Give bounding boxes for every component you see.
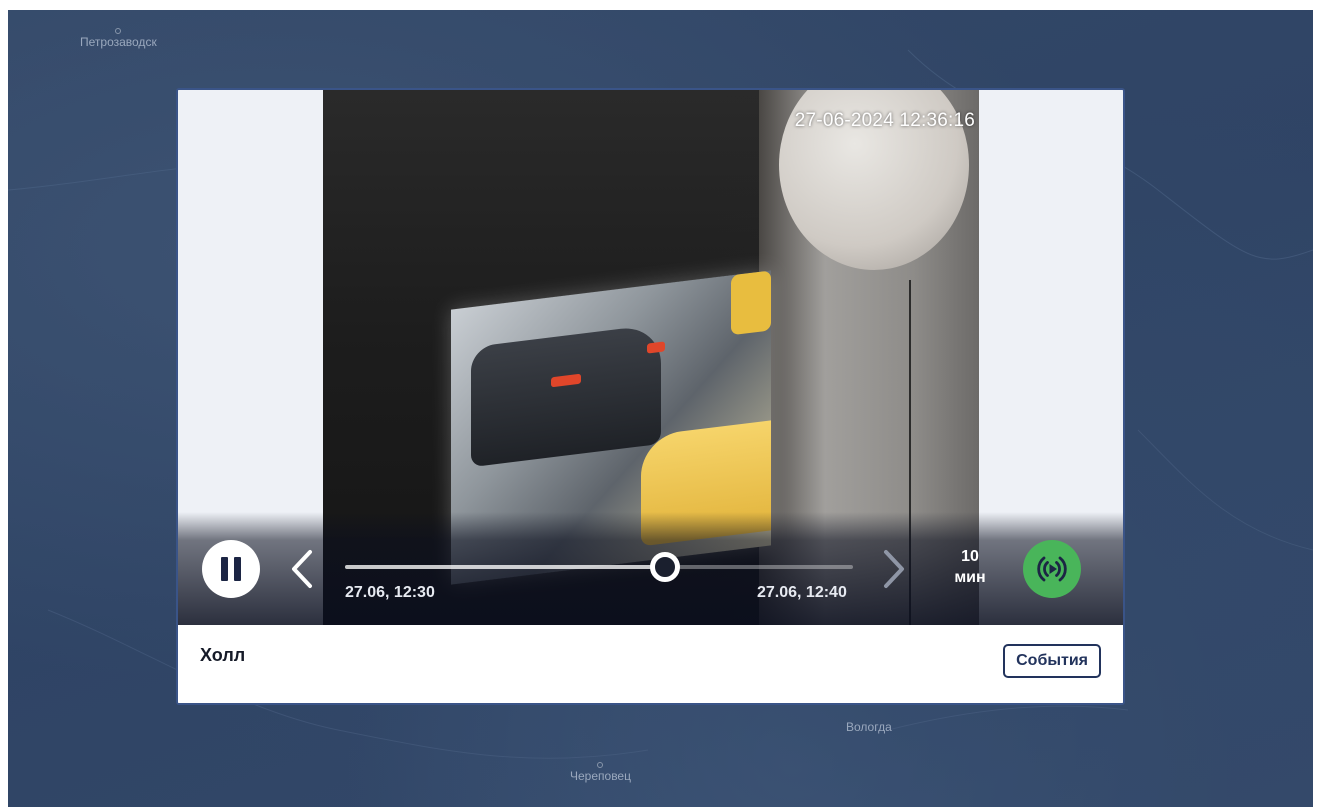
timeline-progress — [345, 565, 666, 569]
chevron-left-icon — [292, 550, 312, 588]
events-button[interactable]: События — [1003, 644, 1101, 678]
interval-unit: мин — [954, 569, 986, 586]
interval-selector[interactable]: 10 мин — [948, 546, 992, 588]
map-city-label: Петрозаводск — [80, 28, 157, 49]
interval-value: 10 — [961, 548, 979, 565]
camera-modal: 27-06-2024 12:36:16 27.06, 12:30 27.06, … — [176, 88, 1125, 705]
pause-icon — [218, 557, 244, 581]
live-button[interactable] — [1023, 540, 1081, 598]
camera-name: Холл — [200, 645, 246, 665]
video-timestamp: 27-06-2024 12:36:16 — [794, 110, 975, 131]
live-stream-icon — [1037, 556, 1067, 582]
pause-button[interactable] — [202, 540, 260, 598]
camera-footer: Холл События — [178, 625, 1123, 703]
city-marker-icon — [115, 28, 122, 34]
timeline-end-label: 27.06, 12:40 — [757, 584, 847, 601]
timeline-track[interactable] — [345, 552, 853, 582]
timeline-start-label: 27.06, 12:30 — [345, 584, 435, 601]
map-city-label: Череповец — [570, 762, 631, 783]
timeline-thumb[interactable] — [650, 552, 681, 582]
previous-interval-button[interactable] — [284, 544, 324, 594]
video-scene-taxi — [731, 270, 771, 336]
chevron-right-icon — [884, 550, 904, 588]
next-interval-button[interactable] — [874, 544, 914, 594]
city-marker-icon — [597, 762, 604, 768]
player-controls: 27.06, 12:30 27.06, 12:40 10 мин — [178, 512, 1123, 625]
video-scene-car — [471, 323, 665, 468]
video-player[interactable]: 27-06-2024 12:36:16 27.06, 12:30 27.06, … — [178, 90, 1123, 625]
map-city-label: Вологда — [846, 720, 892, 734]
